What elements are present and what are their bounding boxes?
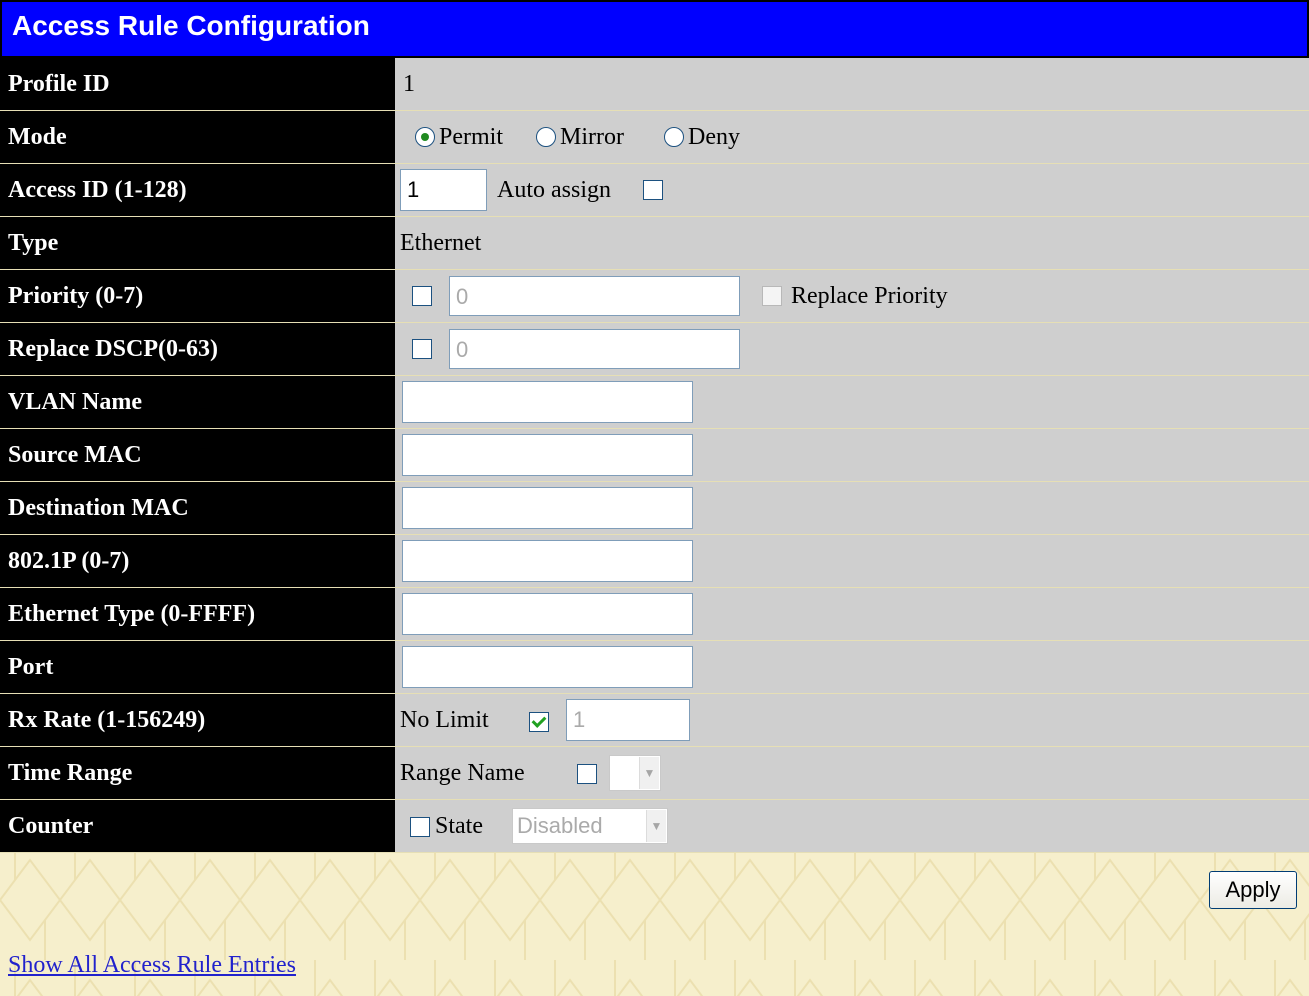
priority-input[interactable]: 0 (449, 276, 740, 316)
row-mode: Mode Permit Mirror Deny (0, 111, 1309, 164)
no-limit-checkbox[interactable] (529, 712, 549, 732)
type-value: Ethernet (400, 230, 482, 256)
replace-dscp-input[interactable]: 0 (449, 329, 740, 369)
dot1p-cell (395, 535, 1309, 587)
destination-mac-cell (395, 482, 1309, 534)
ethernet-type-input[interactable] (402, 593, 693, 635)
row-type: Type Ethernet (0, 217, 1309, 270)
type-label: Type (0, 217, 395, 269)
range-name-label: Range Name (400, 760, 525, 786)
counter-state-select[interactable]: Disabled ▼ (512, 808, 668, 844)
dot1p-input[interactable] (402, 540, 693, 582)
row-counter: Counter State Disabled ▼ (0, 800, 1309, 853)
dot1p-label: 802.1P (0-7) (0, 535, 395, 587)
mode-deny-radio[interactable] (664, 127, 684, 147)
vlan-name-cell (395, 376, 1309, 428)
page-title: Access Rule Configuration (12, 10, 370, 41)
row-ethernet-type: Ethernet Type (0-FFFF) (0, 588, 1309, 641)
mode-label: Mode (0, 111, 395, 163)
mode-permit-label: Permit (439, 124, 503, 150)
mode-mirror-radio[interactable] (536, 127, 556, 147)
no-limit-label: No Limit (400, 707, 489, 733)
source-mac-input[interactable] (402, 434, 693, 476)
replace-dscp-cell: 0 (395, 323, 1309, 375)
apply-button[interactable]: Apply (1209, 871, 1297, 909)
mode-permit-radio[interactable] (415, 127, 435, 147)
source-mac-cell (395, 429, 1309, 481)
replace-dscp-checkbox[interactable] (412, 339, 432, 359)
row-time-range: Time Range Range Name ▼ (0, 747, 1309, 800)
state-label: State (435, 813, 483, 839)
profile-id-value: 1 (403, 71, 415, 97)
replace-dscp-label: Replace DSCP(0-63) (0, 323, 395, 375)
destination-mac-input[interactable] (402, 487, 693, 529)
row-rx-rate: Rx Rate (1-156249) No Limit 1 (0, 694, 1309, 747)
auto-assign-checkbox[interactable] (643, 180, 663, 200)
priority-cell: 0 Replace Priority (395, 270, 1309, 322)
time-range-select[interactable]: ▼ (609, 755, 661, 791)
row-destination-mac: Destination MAC (0, 482, 1309, 535)
time-range-cell: Range Name ▼ (395, 747, 1309, 799)
replace-priority-checkbox[interactable] (762, 286, 782, 306)
rx-rate-label: Rx Rate (1-156249) (0, 694, 395, 746)
mode-cell: Permit Mirror Deny (395, 111, 1309, 163)
title-bar: Access Rule Configuration (0, 0, 1309, 58)
row-replace-dscp: Replace DSCP(0-63) 0 (0, 323, 1309, 376)
range-name-checkbox[interactable] (577, 764, 597, 784)
counter-label: Counter (0, 800, 395, 852)
profile-id-label: Profile ID (0, 58, 395, 110)
chevron-down-icon: ▼ (639, 757, 659, 789)
port-cell (395, 641, 1309, 693)
row-profile-id: Profile ID 1 (0, 58, 1309, 111)
source-mac-label: Source MAC (0, 429, 395, 481)
ethernet-type-label: Ethernet Type (0-FFFF) (0, 588, 395, 640)
access-id-label: Access ID (1-128) (0, 164, 395, 216)
mode-mirror-label: Mirror (560, 124, 624, 150)
vlan-name-label: VLAN Name (0, 376, 395, 428)
row-port: Port (0, 641, 1309, 694)
state-checkbox[interactable] (410, 817, 430, 837)
row-dot1p: 802.1P (0-7) (0, 535, 1309, 588)
config-table: Profile ID 1 Mode Permit Mirror Deny Acc… (0, 58, 1309, 853)
row-priority: Priority (0-7) 0 Replace Priority (0, 270, 1309, 323)
priority-checkbox[interactable] (412, 286, 432, 306)
row-access-id: Access ID (1-128) 1 Auto assign (0, 164, 1309, 217)
port-input[interactable] (402, 646, 693, 688)
port-label: Port (0, 641, 395, 693)
counter-state-selected: Disabled (517, 813, 603, 838)
mode-deny-label: Deny (688, 124, 740, 150)
type-cell: Ethernet (395, 217, 1309, 269)
profile-id-cell: 1 (395, 58, 1309, 110)
time-range-label: Time Range (0, 747, 395, 799)
destination-mac-label: Destination MAC (0, 482, 395, 534)
counter-cell: State Disabled ▼ (395, 800, 1309, 852)
access-id-input[interactable]: 1 (400, 169, 487, 211)
replace-priority-label: Replace Priority (791, 283, 948, 309)
auto-assign-label: Auto assign (497, 177, 611, 203)
chevron-down-icon: ▼ (646, 810, 666, 842)
ethernet-type-cell (395, 588, 1309, 640)
rx-rate-cell: No Limit 1 (395, 694, 1309, 746)
access-id-cell: 1 Auto assign (395, 164, 1309, 216)
rx-rate-input[interactable]: 1 (566, 699, 690, 741)
row-vlan-name: VLAN Name (0, 376, 1309, 429)
row-source-mac: Source MAC (0, 429, 1309, 482)
priority-label: Priority (0-7) (0, 270, 395, 322)
vlan-name-input[interactable] (402, 381, 693, 423)
show-all-access-rule-entries-link[interactable]: Show All Access Rule Entries (8, 952, 296, 979)
